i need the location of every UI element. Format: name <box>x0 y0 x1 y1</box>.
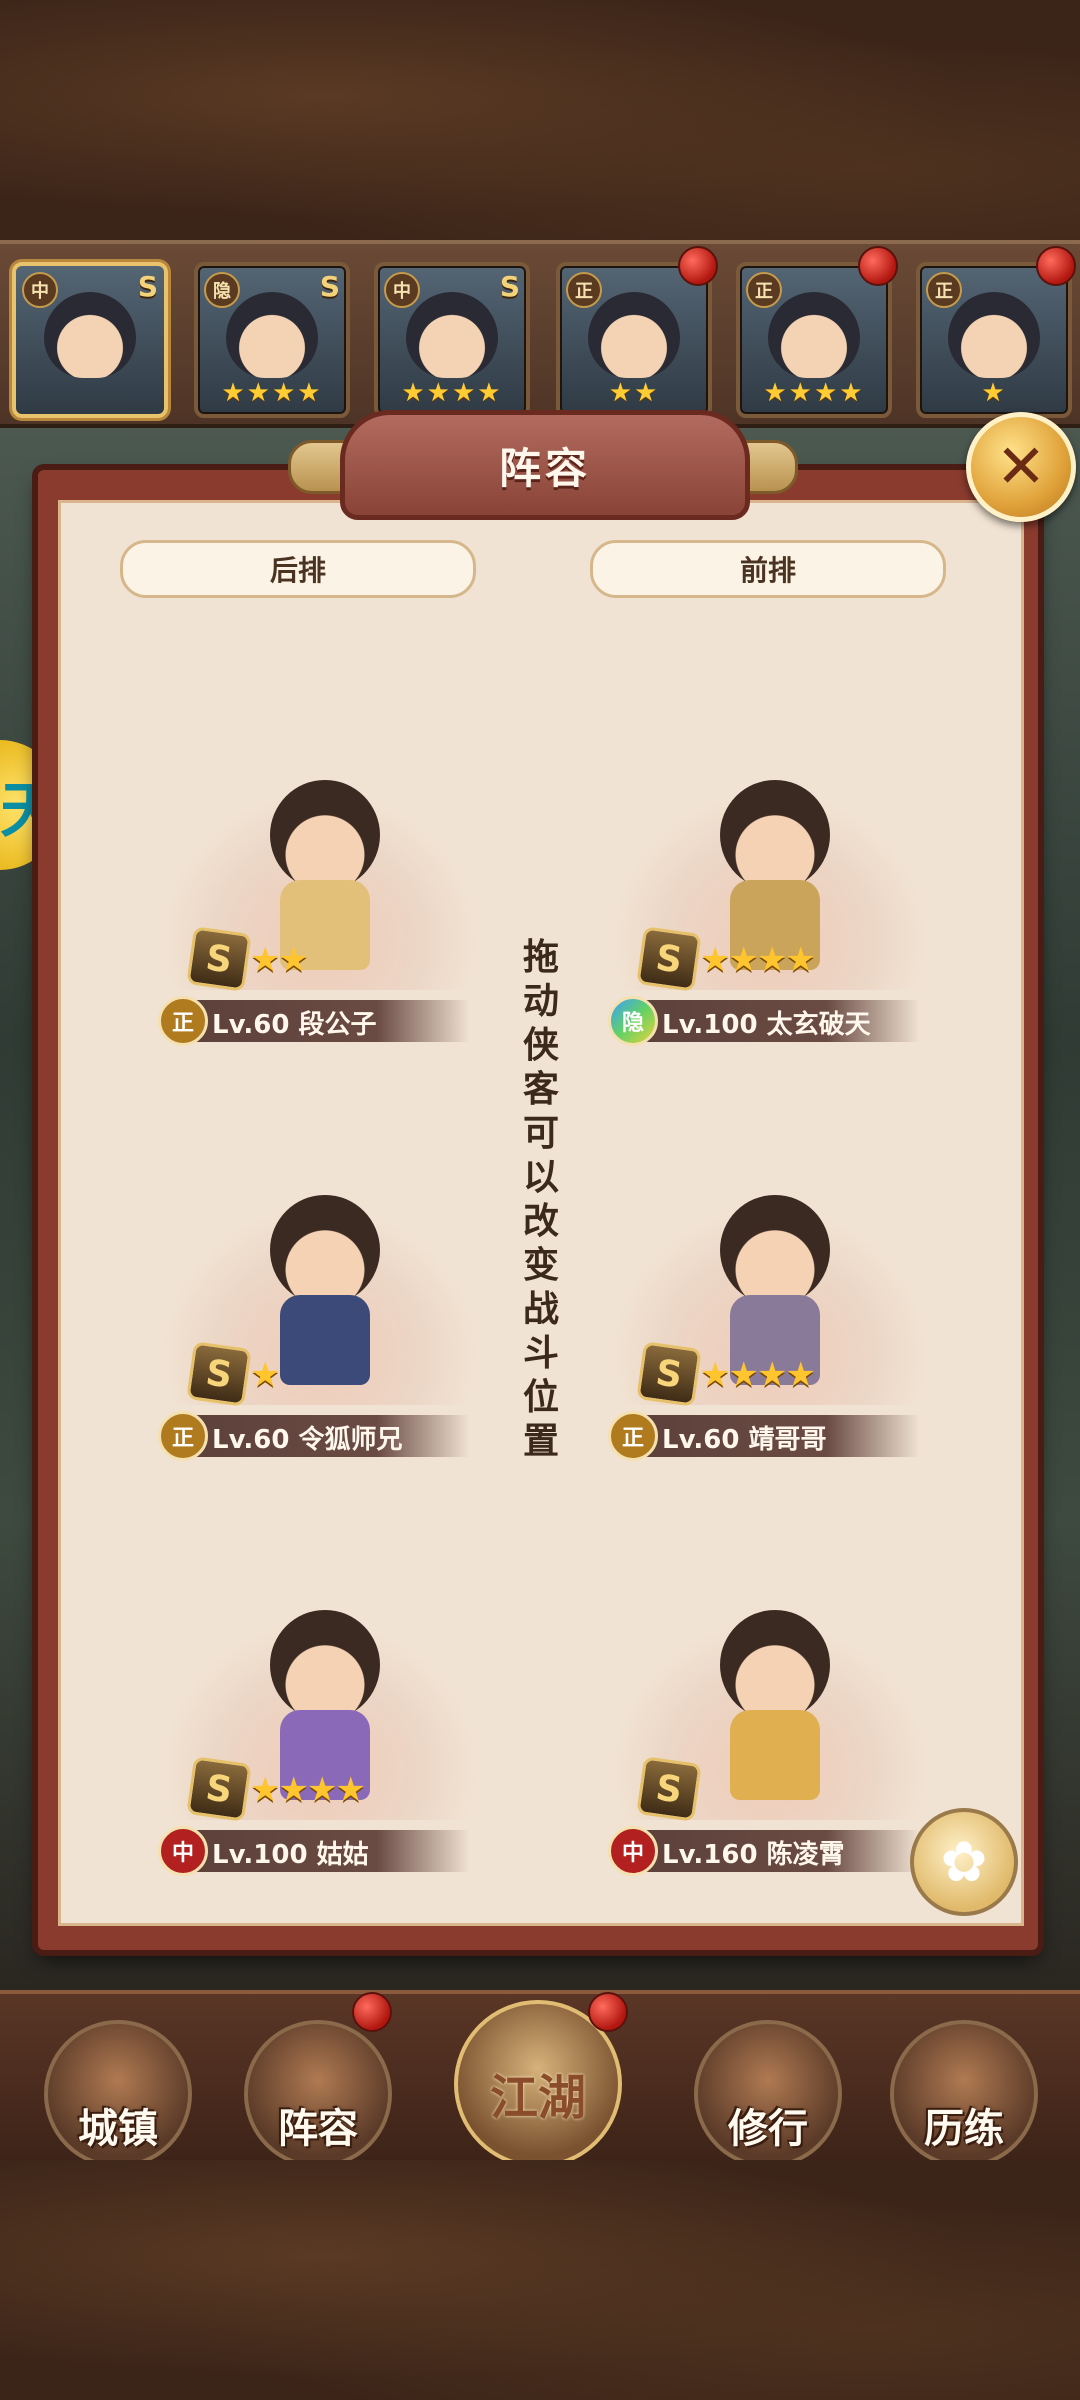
hero-card[interactable]: 正 ★ <box>916 262 1072 418</box>
background-top <box>0 0 1080 240</box>
star-rating: ★ <box>981 378 1007 408</box>
hero-portrait <box>588 292 680 378</box>
formation-slot[interactable]: S ★★ 正 Lv.60 段公子 <box>150 700 490 1046</box>
flower-icon: ✿ <box>940 1829 988 1895</box>
nav-town-button[interactable]: 城镇 <box>44 2020 192 2168</box>
star-rating: ★ <box>250 1355 281 1395</box>
name-plate: 正 Lv.60 令狐师兄 <box>158 1411 470 1461</box>
nav-label: 城镇 <box>78 2106 158 2152</box>
back-row-header: 后排 <box>120 540 476 598</box>
rank-badge: S <box>636 1756 702 1822</box>
name-plate: 正 Lv.60 段公子 <box>158 996 470 1046</box>
character-head <box>720 780 830 890</box>
character-head <box>270 1610 380 1720</box>
character-head <box>270 1195 380 1305</box>
character-head <box>720 1610 830 1720</box>
character-sprite[interactable] <box>260 1195 390 1395</box>
faction-badge: 隐 <box>608 996 658 1046</box>
hero-level-name: Lv.60 靖哥哥 <box>662 1425 827 1455</box>
character-torso <box>730 1710 820 1800</box>
rank-badge: S <box>186 1341 252 1407</box>
faction-badge: 正 <box>608 1411 658 1461</box>
close-x-icon: ✕ <box>995 432 1047 502</box>
formation-slot[interactable]: S 中 Lv.160 陈凌霄 <box>600 1530 940 1876</box>
hero-card[interactable]: 正 ★★★★ <box>736 262 892 418</box>
formation-slot[interactable]: S ★★★★ 中 Lv.100 姑姑 <box>150 1530 490 1876</box>
star-rating: ★★★★ <box>221 378 323 408</box>
rank-badge: S <box>137 270 158 303</box>
star-rating: ★★★★ <box>763 378 865 408</box>
faction-badge: 隐 <box>204 272 240 308</box>
rank-badge: S <box>636 926 702 992</box>
star-rating: ★★★★ <box>700 940 816 980</box>
character-head <box>720 1195 830 1305</box>
hero-card[interactable]: 隐 S ★★★★ <box>194 262 350 418</box>
notification-dot <box>352 1992 392 2032</box>
rank-badge: S <box>319 270 340 303</box>
nav-trial-button[interactable]: 历练 <box>890 2020 1038 2168</box>
hero-portrait <box>44 292 136 378</box>
hero-portrait <box>406 292 498 378</box>
notification-dot <box>588 1992 628 2032</box>
faction-badge: 中 <box>22 272 58 308</box>
nav-lineup-button[interactable]: 阵容 <box>244 2020 392 2168</box>
faction-badge: 正 <box>158 1411 208 1461</box>
star-rating: ★★ <box>250 940 309 980</box>
rank-badge: S <box>186 1756 252 1822</box>
name-plate: 中 Lv.160 陈凌霄 <box>608 1826 920 1876</box>
character-sprite[interactable] <box>710 1610 840 1810</box>
hero-level-name: Lv.60 令狐师兄 <box>212 1425 403 1455</box>
nav-label: 阵容 <box>278 2106 358 2152</box>
hero-portrait <box>226 292 318 378</box>
notification-dot <box>1036 246 1076 286</box>
hero-portrait <box>948 292 1040 378</box>
panel-title: 阵容 <box>340 410 750 520</box>
faction-badge: 正 <box>746 272 782 308</box>
hero-card[interactable]: 正 ★★ <box>556 262 712 418</box>
name-plate: 隐 Lv.100 太玄破天 <box>608 996 920 1046</box>
formation-switch-button[interactable]: ✿ <box>910 1808 1018 1916</box>
character-head <box>270 780 380 890</box>
formation-slot[interactable]: S ★★★★ 隐 Lv.100 太玄破天 <box>600 700 940 1046</box>
background-bottom <box>0 2160 1080 2400</box>
close-button[interactable]: ✕ <box>966 412 1076 522</box>
formation-slot[interactable]: S ★ 正 Lv.60 令狐师兄 <box>150 1115 490 1461</box>
name-plate: 中 Lv.100 姑姑 <box>158 1826 470 1876</box>
rank-badge: S <box>186 926 252 992</box>
drag-hint-text: 拖动侠客可以改变战斗位置 <box>522 937 559 1462</box>
hero-portrait <box>768 292 860 378</box>
star-rating: ★★★★ <box>700 1355 816 1395</box>
hero-level-name: Lv.100 太玄破天 <box>662 1010 871 1040</box>
hero-card[interactable]: 中 S <box>12 262 168 418</box>
hero-card[interactable]: 中 S ★★★★ <box>374 262 530 418</box>
faction-badge: 中 <box>384 272 420 308</box>
hero-level-name: Lv.60 段公子 <box>212 1010 377 1040</box>
notification-dot <box>858 246 898 286</box>
front-row-header: 前排 <box>590 540 946 598</box>
nav-cultivate-button[interactable]: 修行 <box>694 2020 842 2168</box>
hero-level-name: Lv.160 陈凌霄 <box>662 1840 845 1870</box>
faction-badge: 中 <box>608 1826 658 1876</box>
faction-badge: 正 <box>158 996 208 1046</box>
nav-label: 修行 <box>728 2106 808 2152</box>
faction-badge: 正 <box>566 272 602 308</box>
nav-label: 历练 <box>924 2106 1004 2152</box>
star-rating: ★★★★ <box>250 1770 366 1810</box>
nav-label: 江湖 <box>489 2070 586 2126</box>
character-torso <box>280 1295 370 1385</box>
notification-dot <box>678 246 718 286</box>
faction-badge: 正 <box>926 272 962 308</box>
star-rating: ★★★★ <box>401 378 503 408</box>
star-rating: ★★ <box>608 378 660 408</box>
faction-badge: 中 <box>158 1826 208 1876</box>
name-plate: 正 Lv.60 靖哥哥 <box>608 1411 920 1461</box>
formation-slot[interactable]: S ★★★★ 正 Lv.60 靖哥哥 <box>600 1115 940 1461</box>
hero-level-name: Lv.100 姑姑 <box>212 1840 369 1870</box>
rank-badge: S <box>636 1341 702 1407</box>
rank-badge: S <box>499 270 520 303</box>
